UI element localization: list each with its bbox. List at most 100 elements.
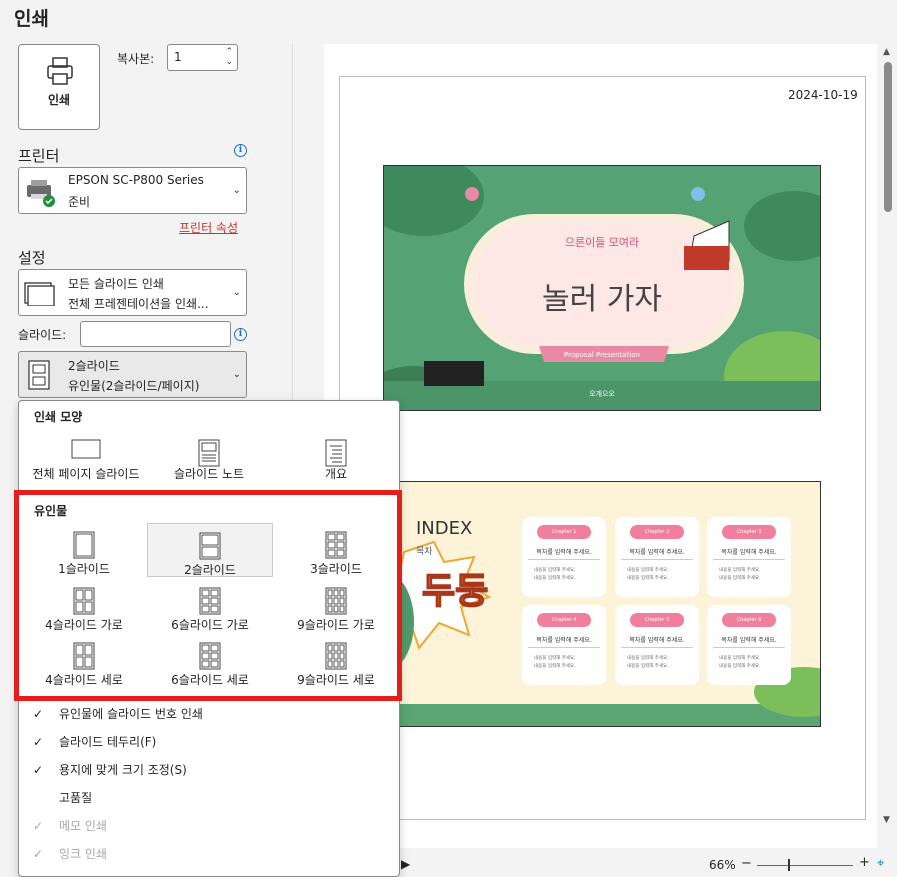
printer-device-icon <box>27 180 55 207</box>
print-range-dropdown[interactable]: 모든 슬라이드 인쇄 전체 프레젠테이션을 인쇄... ⌄ <box>18 269 247 316</box>
chapter-heading: 목차를 입력해 주세요. <box>629 637 685 644</box>
slide-1-ribbon: Proposal Presentation <box>564 351 640 359</box>
copies-spinner[interactable]: ⌃ ⌄ <box>225 47 233 67</box>
chapter-bullet: 내용을 입력해 주세요. <box>719 576 761 581</box>
chapter-card: Chapter 3 목차를 입력해 주세요. 내용을 입력해 주세요. 내용을 입력해… <box>707 517 791 597</box>
chapter-bullet: 내용을 입력해 주세요. <box>534 664 576 669</box>
chapter-heading: 목차를 입력해 주세요. <box>536 549 592 556</box>
copies-input[interactable]: 1 ⌃ ⌄ <box>167 44 238 71</box>
zoom-slider-handle[interactable] <box>788 859 790 871</box>
chapter-pill: Chapter 4 <box>537 613 591 627</box>
page-title: 인쇄 <box>14 8 49 30</box>
chapter-bullet: 내용을 입력해 주세요. <box>534 656 576 661</box>
full-page-slide-icon <box>71 439 101 462</box>
chapter-card: Chapter 2 목차를 입력해 주세요. 내용을 입력해 주세요. 내용을 입력해… <box>615 517 699 597</box>
chapter-bullet: 내용을 입력해 주세요. <box>534 568 576 573</box>
printer-icon <box>47 57 73 85</box>
info-icon[interactable]: i <box>234 144 247 157</box>
check-option-label: 슬라이드 테두리(F) <box>59 735 157 749</box>
chapter-bullet: 내용을 입력해 주세요. <box>719 568 761 573</box>
chapter-heading: 목차를 입력해 주세요. <box>721 637 777 644</box>
check-option-label: 고품질 <box>59 791 93 805</box>
chevron-down-icon: ⌄ <box>232 369 241 380</box>
slides-input[interactable] <box>80 321 231 347</box>
chapter-heading: 목차를 입력해 주세요. <box>629 549 685 556</box>
print-layout-header: 인쇄 모양 <box>34 410 83 424</box>
check-option[interactable]: ✓ 슬라이드 테두리(F) <box>33 733 156 750</box>
chapter-divider <box>528 647 600 648</box>
check-option-label: 용지에 맞게 크기 조정(S) <box>59 763 187 777</box>
chapter-bullet: 내용을 입력해 주세요. <box>534 576 576 581</box>
check-option[interactable]: ✓ 유인물에 슬라이드 번호 인쇄 <box>33 705 203 722</box>
chapter-pill: Chapter 5 <box>630 613 684 627</box>
chapter-bullet: 내용을 입력해 주세요. <box>719 664 761 669</box>
chapter-pill: Chapter 6 <box>722 613 776 627</box>
preview-date: 2024-10-19 <box>788 88 858 102</box>
checkmark-icon: ✓ <box>33 847 44 861</box>
chapter-card: Chapter 5 목차를 입력해 주세요. 내용을 입력해 주세요. 내용을 입력해… <box>615 605 699 685</box>
zoom-out-button[interactable]: − <box>741 856 752 871</box>
printer-section-title: 프린터 <box>18 147 60 165</box>
print-layout-option-label: 개요 <box>324 467 348 481</box>
scroll-up-icon[interactable]: ▲ <box>883 47 890 57</box>
spin-up-icon[interactable]: ⌃ <box>225 47 233 57</box>
scrollbar-thumb[interactable] <box>884 62 892 212</box>
slide-2-subtitle: 목차 <box>416 547 433 557</box>
print-button-label: 인쇄 <box>47 93 71 107</box>
print-layout-option[interactable]: 슬라이드 노트 <box>146 431 272 485</box>
print-range-line2: 전체 프레젠테이션을 인쇄... <box>68 297 209 311</box>
layout-dropdown[interactable]: 2슬라이드 유인물(2슬라이드/페이지) ⌄ <box>18 351 247 398</box>
print-layout-option[interactable]: 개요 <box>273 431 399 485</box>
check-option[interactable]: ✓ 용지에 맞게 크기 조정(S) <box>33 761 187 778</box>
chapter-card: Chapter 4 목차를 입력해 주세요. 내용을 입력해 주세요. 내용을 입력해… <box>522 605 606 685</box>
next-page-icon[interactable]: ▶ <box>401 857 410 871</box>
zoom-in-button[interactable]: + <box>859 855 870 870</box>
chapter-card: Chapter 6 목차를 입력해 주세요. 내용을 입력해 주세요. 내용을 입력해… <box>707 605 791 685</box>
copies-label: 복사본: <box>117 52 155 66</box>
checkmark-icon: ✓ <box>33 735 44 749</box>
slide-1-author: 오개으오 <box>589 390 615 398</box>
zoom-level: 66% <box>709 858 736 872</box>
spin-down-icon[interactable]: ⌄ <box>225 57 233 67</box>
printer-properties-link[interactable]: 프린터 속성 <box>179 219 238 236</box>
chapter-bullet: 내용을 입력해 주세요. <box>627 576 669 581</box>
chapter-bullet: 내용을 입력해 주세요. <box>627 656 669 661</box>
slides-label: 슬라이드: <box>18 328 67 342</box>
chapter-pill: Chapter 3 <box>722 525 776 539</box>
printer-name: EPSON SC-P800 Series <box>68 173 204 187</box>
chapter-bullet: 내용을 입력해 주세요. <box>627 664 669 669</box>
check-option-label: 잉크 인쇄 <box>59 847 107 861</box>
chapter-divider <box>528 559 600 560</box>
printer-dropdown[interactable]: EPSON SC-P800 Series 준비 ⌄ <box>18 167 247 214</box>
chapter-pill: Chapter 2 <box>630 525 684 539</box>
chapter-pill: Chapter 1 <box>537 525 591 539</box>
slide-2-badge: 두둥 <box>421 570 489 613</box>
layout-line1: 2슬라이드 <box>68 359 120 373</box>
chevron-down-icon: ⌄ <box>232 185 241 196</box>
copies-value: 1 <box>174 50 182 64</box>
layout-line2: 유인물(2슬라이드/페이지) <box>68 379 200 393</box>
chapter-divider <box>713 647 785 648</box>
print-button[interactable]: 인쇄 <box>18 44 100 130</box>
print-layout-option-label: 전체 페이지 슬라이드 <box>32 467 140 481</box>
scroll-down-icon[interactable]: ▼ <box>883 815 890 825</box>
check-option-label: 유인물에 슬라이드 번호 인쇄 <box>59 707 203 721</box>
zoom-slider[interactable] <box>757 865 853 866</box>
chapter-card: Chapter 1 목차를 입력해 주세요. 내용을 입력해 주세요. 내용을 입력해… <box>522 517 606 597</box>
chapter-divider <box>621 559 693 560</box>
two-slides-icon <box>28 360 50 390</box>
preview-slide-2: INDEX 목차 두둥 Chapter 1 목차를 입력해 주세요. 내용을 입력해… <box>383 481 821 727</box>
slide-2-title: INDEX <box>416 518 473 539</box>
slide-1-subtitle: 으른이들 모여라 <box>564 236 640 249</box>
check-option[interactable]: 고품질 <box>33 789 92 806</box>
chapter-heading: 목차를 입력해 주세요. <box>536 637 592 644</box>
printer-status: 준비 <box>68 195 91 209</box>
checkmark-icon: ✓ <box>33 707 44 721</box>
chevron-down-icon: ⌄ <box>232 287 241 298</box>
info-icon[interactable]: i <box>234 328 247 341</box>
check-option: ✓ 메모 인쇄 <box>33 817 107 834</box>
print-layout-option[interactable]: 전체 페이지 슬라이드 <box>23 431 149 485</box>
fit-to-window-icon[interactable]: ⌖ <box>877 856 884 871</box>
chapter-bullet: 내용을 입력해 주세요. <box>719 656 761 661</box>
chapter-divider <box>713 559 785 560</box>
